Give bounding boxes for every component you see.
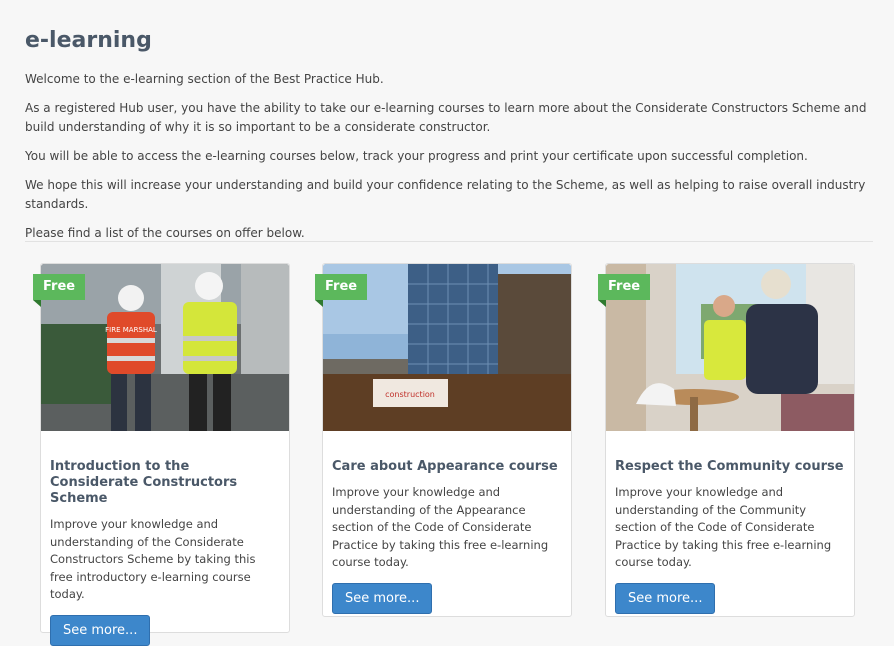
course-description: Improve your knowledge and understanding…: [615, 485, 832, 569]
free-badge: Free: [33, 274, 86, 307]
page: e-learning Welcome to the e-learning sec…: [0, 0, 894, 646]
card-body: Care about Appearance course Improve you…: [323, 431, 571, 614]
see-more-button[interactable]: See more...: [332, 582, 433, 614]
divider: [25, 241, 873, 242]
course-title[interactable]: Introduction to the Considerate Construc…: [50, 459, 280, 507]
intro-text: Welcome to the e-learning section of the…: [25, 70, 875, 253]
intro-paragraph: Welcome to the e-learning section of the…: [25, 72, 384, 86]
course-card-community: Free Respect the Community course Improv…: [598, 263, 855, 617]
course-description: Improve your knowledge and understanding…: [332, 485, 549, 569]
card-body: Introduction to the Considerate Construc…: [41, 431, 289, 646]
banner-text: construction: [385, 390, 435, 399]
course-card-appearance: Free construction Care about Appearance …: [315, 263, 572, 617]
see-more-button[interactable]: See more...: [615, 582, 716, 614]
course-description: Improve your knowledge and understanding…: [50, 517, 256, 601]
course-card-intro: Free FIRE MARSHAL Introduction to the Co…: [33, 263, 290, 646]
free-badge: Free: [598, 274, 651, 307]
intro-paragraph: We hope this will increase your understa…: [25, 178, 866, 211]
sign-text: FIRE MARSHAL: [105, 326, 157, 334]
intro-paragraph: As a registered Hub user, you have the a…: [25, 101, 867, 134]
course-title[interactable]: Care about Appearance course: [332, 459, 562, 475]
see-more-button[interactable]: See more...: [50, 614, 151, 646]
course-title[interactable]: Respect the Community course: [615, 459, 845, 475]
card-body: Respect the Community course Improve you…: [606, 431, 854, 614]
intro-paragraph: You will be able to access the e-learnin…: [25, 149, 808, 163]
page-title: e-learning: [25, 28, 152, 53]
free-badge: Free: [315, 274, 368, 307]
